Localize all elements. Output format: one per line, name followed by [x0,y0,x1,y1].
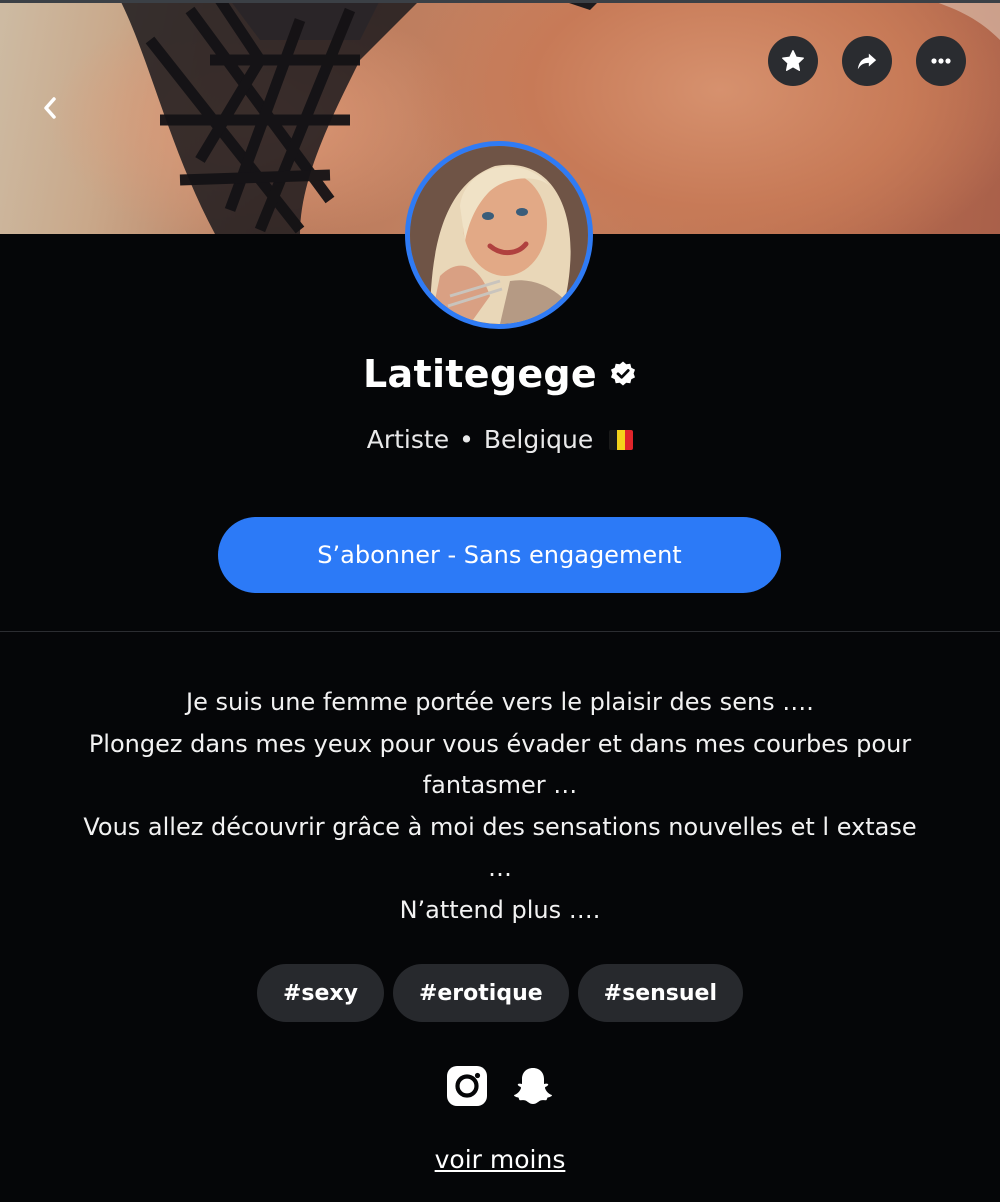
tag-erotique[interactable]: #erotique [392,964,569,1022]
instagram-icon [447,1066,487,1106]
bio-line: fantasmer … [422,771,578,800]
avatar-portrait [410,146,588,324]
profile-bio: Je suis une femme portée vers le plaisir… [20,682,980,932]
share-button[interactable] [842,36,892,86]
more-dots-icon [931,58,951,64]
hashtag-list: #sexy #erotique #sensuel [0,964,1000,1022]
tag-sexy[interactable]: #sexy [256,964,384,1022]
meta-separator: • [459,425,474,454]
belgium-flag-icon [609,429,634,450]
profile-page: Latitegege Artiste • Belgique S’abonner … [0,0,1000,1202]
instagram-link[interactable] [445,1064,489,1108]
profile-name: Latitegege [363,352,597,396]
profile-category: Artiste [366,425,450,454]
bio-line: Vous allez découvrir grâce à moi des sen… [83,812,917,841]
flag-stripe-yellow [617,429,626,450]
profile-country: Belgique [483,425,594,454]
section-divider [0,631,1000,632]
star-icon [782,50,804,71]
snapchat-icon [514,1068,552,1104]
back-button[interactable] [30,88,70,128]
share-arrow-icon [857,53,877,70]
profile-meta: Artiste • Belgique [0,425,1000,454]
tag-sensuel[interactable]: #sensuel [577,964,744,1022]
profile-name-row: Latitegege [0,352,1000,396]
favorite-button[interactable] [768,36,818,86]
subscribe-button[interactable]: S’abonner - Sans engagement [218,517,781,593]
bio-line: … [488,854,512,883]
flag-stripe-black [609,429,618,450]
profile-avatar[interactable] [405,141,593,329]
verified-badge-icon [609,360,637,388]
flag-stripe-red [625,429,634,450]
chevron-left-icon [44,97,56,119]
see-less-link[interactable]: voir moins [0,1145,1000,1174]
bio-line: Plongez dans mes yeux pour vous évader e… [88,729,912,758]
bio-line: N’attend plus …. [399,895,601,924]
snapchat-link[interactable] [511,1064,555,1108]
more-options-button[interactable] [916,36,966,86]
social-links [0,1064,1000,1108]
bio-line: Je suis une femme portée vers le plaisir… [186,688,814,716]
